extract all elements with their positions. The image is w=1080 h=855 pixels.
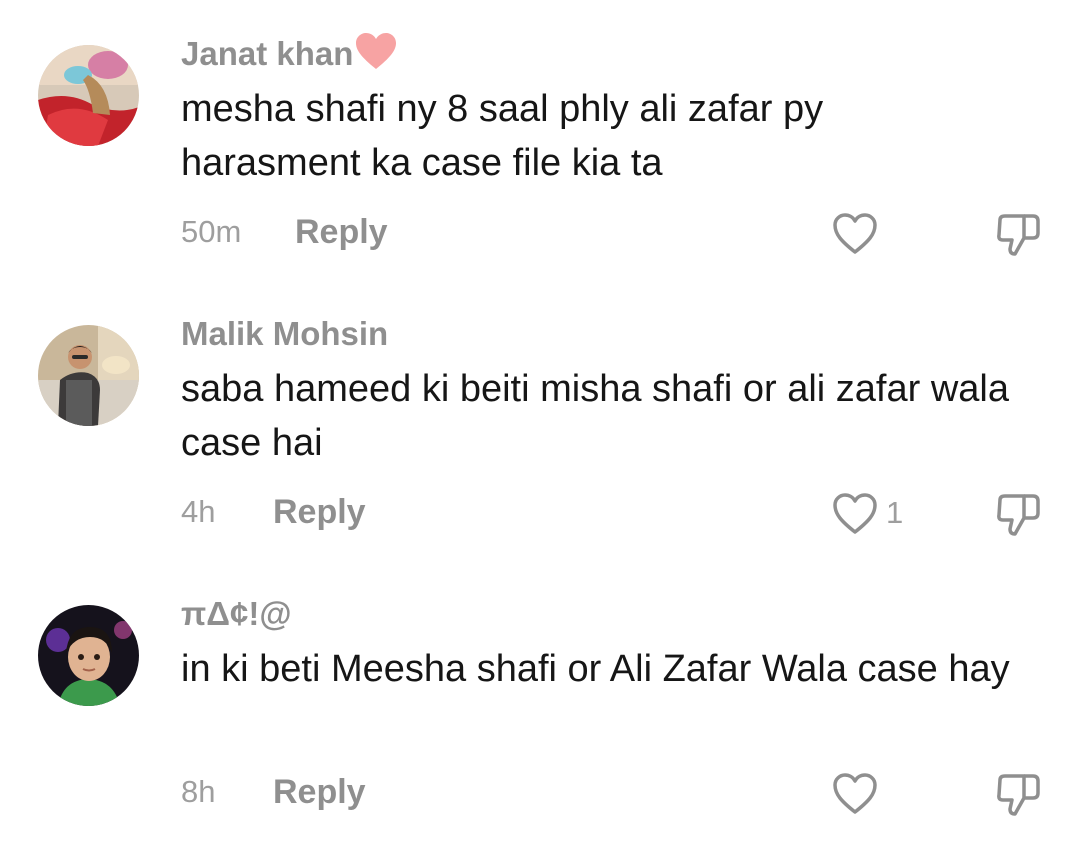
heart-outline-icon <box>833 493 877 534</box>
avatar[interactable] <box>38 605 139 706</box>
like-button[interactable] <box>832 212 878 256</box>
heart-emoji-icon <box>355 33 397 82</box>
comment-text: in ki beti Meesha shafi or Ali Zafar Wal… <box>181 648 1010 690</box>
thumbs-down-icon <box>997 214 1040 256</box>
comment-time: 50m <box>181 214 242 249</box>
comment-item: πΔ¢!@ in ki beti Meesha shafi or Ali Zaf… <box>0 560 1080 840</box>
like-button[interactable] <box>832 772 878 816</box>
comment-item: Malik Mohsin saba hameed ki beiti misha … <box>0 280 1080 560</box>
like-button[interactable] <box>832 492 878 536</box>
dislike-button[interactable] <box>994 772 1042 818</box>
username-text: Janat khan <box>181 35 354 72</box>
thumbs-down-icon <box>997 774 1040 816</box>
reply-button[interactable]: Reply <box>295 211 388 253</box>
avatar[interactable] <box>38 45 139 146</box>
avatar[interactable] <box>38 325 139 426</box>
dislike-button[interactable] <box>994 212 1042 258</box>
username[interactable]: Janat khan <box>181 32 397 82</box>
comment-time: 8h <box>181 774 216 809</box>
comment-time: 4h <box>181 494 216 529</box>
dislike-button[interactable] <box>994 492 1042 538</box>
reply-button[interactable]: Reply <box>273 771 366 813</box>
reply-button[interactable]: Reply <box>273 491 366 533</box>
heart-outline-icon <box>833 773 877 814</box>
username[interactable]: Malik Mohsin <box>181 312 388 356</box>
username[interactable]: πΔ¢!@ <box>181 592 292 636</box>
like-count: 1 <box>886 495 904 530</box>
comment-text: mesha shafi ny 8 saal phly ali zafar py … <box>181 88 824 184</box>
comment-item: Janat khan mesha shafi ny 8 saal phly al… <box>0 0 1080 280</box>
comment-text: saba hameed ki beiti misha shafi or ali … <box>181 368 1009 464</box>
thumbs-down-icon <box>997 494 1040 536</box>
heart-outline-icon <box>833 213 877 254</box>
